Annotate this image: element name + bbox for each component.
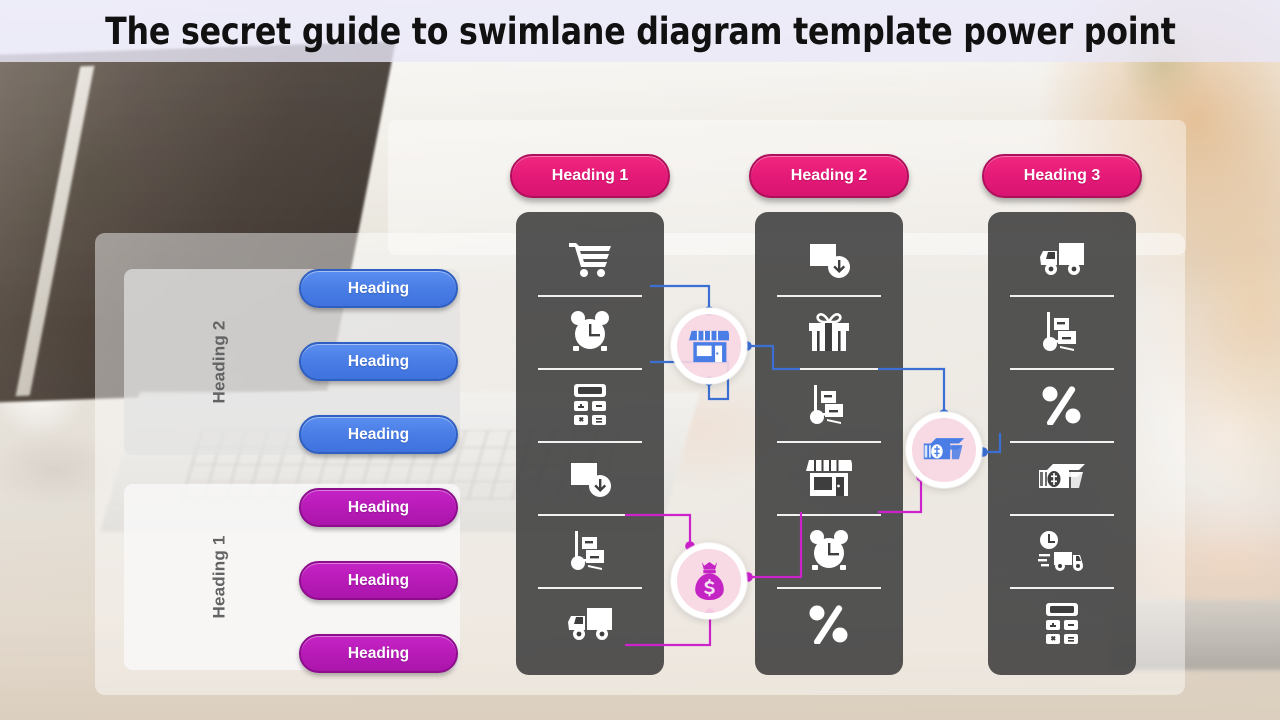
icon-cell[interactable] [755, 368, 903, 441]
alarm-clock-icon [568, 310, 612, 354]
icon-cell[interactable] [516, 368, 664, 441]
icon-cell[interactable] [516, 514, 664, 587]
box-download-icon [806, 238, 852, 280]
express-delivery-icon [1037, 530, 1087, 572]
icon-cell[interactable] [988, 368, 1136, 441]
icon-cell[interactable] [516, 222, 664, 295]
money-bag-icon [693, 561, 726, 601]
money-bag-node[interactable] [671, 543, 747, 619]
icon-column-3 [988, 212, 1136, 675]
icon-cell[interactable] [988, 222, 1136, 295]
cash-stack-node[interactable] [906, 412, 982, 488]
percent-icon [1041, 385, 1083, 425]
column-header-2[interactable]: Heading 2 [749, 154, 909, 198]
calculator-icon [571, 383, 609, 427]
cash-stack-icon [922, 435, 966, 466]
hand-truck-icon [1040, 310, 1084, 354]
storefront-icon [806, 458, 852, 498]
icon-cell[interactable] [755, 295, 903, 368]
icon-cell[interactable] [516, 441, 664, 514]
storefront-icon [689, 329, 729, 364]
swimlane-label-heading-1: Heading 1 [209, 535, 229, 619]
calculator-icon [1043, 602, 1081, 646]
hand-truck-icon [807, 383, 851, 427]
icon-column-2 [755, 212, 903, 675]
icon-cell[interactable] [988, 441, 1136, 514]
swimlane-item-magenta-3[interactable]: Heading [299, 634, 458, 673]
slide-canvas: The secret guide to swimlane diagram tem… [0, 0, 1280, 720]
column-header-1[interactable]: Heading 1 [510, 154, 670, 198]
delivery-truck-icon [566, 606, 614, 642]
shopping-cart-icon [567, 239, 613, 279]
icon-cell[interactable] [516, 295, 664, 368]
percent-icon [808, 604, 850, 644]
alarm-clock-icon [807, 529, 851, 573]
icon-cell[interactable] [988, 295, 1136, 368]
delivery-truck-icon [1038, 241, 1086, 277]
swimlane-item-blue-1[interactable]: Heading [299, 269, 458, 308]
icon-cell[interactable] [755, 587, 903, 660]
icon-column-1 [516, 212, 664, 675]
icon-cell[interactable] [755, 514, 903, 587]
storefront-node[interactable] [671, 308, 747, 384]
swimlane-item-magenta-1[interactable]: Heading [299, 488, 458, 527]
gift-icon [807, 311, 851, 353]
swimlane-item-blue-2[interactable]: Heading [299, 342, 458, 381]
hand-truck-icon [568, 529, 612, 573]
swimlane-label-heading-2: Heading 2 [209, 320, 229, 404]
icon-cell[interactable] [755, 222, 903, 295]
icon-cell[interactable] [516, 587, 664, 660]
page-title: The secret guide to swimlane diagram tem… [104, 9, 1176, 53]
cash-stack-icon [1037, 461, 1087, 495]
icon-cell[interactable] [755, 441, 903, 514]
column-header-3[interactable]: Heading 3 [982, 154, 1142, 198]
swimlane-item-magenta-2[interactable]: Heading [299, 561, 458, 600]
title-bar: The secret guide to swimlane diagram tem… [0, 0, 1280, 62]
box-download-icon [567, 457, 613, 499]
icon-cell[interactable] [988, 587, 1136, 660]
icon-cell[interactable] [988, 514, 1136, 587]
swimlane-item-blue-3[interactable]: Heading [299, 415, 458, 454]
